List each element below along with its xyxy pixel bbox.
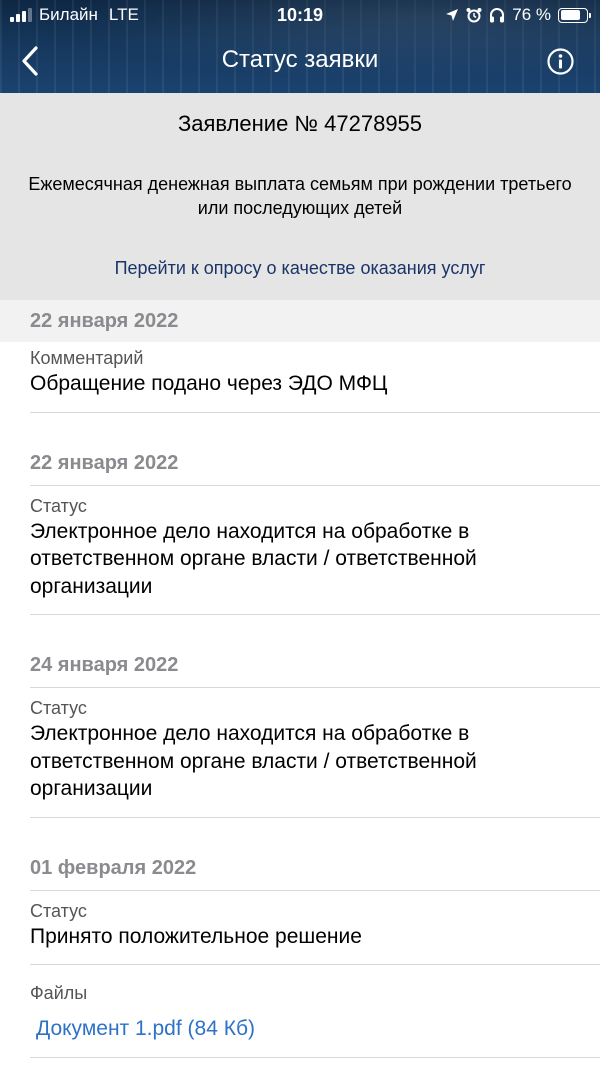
location-arrow-icon xyxy=(446,9,459,21)
battery-icon xyxy=(558,7,591,23)
entry-value: Электронное дело находится на обработке … xyxy=(30,519,477,598)
page-title: Статус заявки xyxy=(221,46,379,73)
history-group: 22 января 2022 Статус Электронное дело н… xyxy=(0,441,600,615)
history-date: 22 января 2022 xyxy=(30,441,600,486)
status-bar-right: 76 % xyxy=(445,5,591,25)
nav-bar: Статус заявки xyxy=(0,32,600,90)
application-summary: Заявление № 47278955 Ежемесячная денежна… xyxy=(0,93,600,300)
status-bar: Билайн LTE 10:19 76 % xyxy=(0,0,600,32)
history-date: 22 января 2022 xyxy=(0,300,600,342)
history-group: 24 января 2022 Статус Электронное дело н… xyxy=(0,644,600,818)
entry-value: Обращение подано через ЭДО МФЦ xyxy=(30,372,388,395)
history-group: 01 февраля 2022 Статус Принято положител… xyxy=(0,846,600,1058)
app-header: Билайн LTE 10:19 76 % Статус заявки xyxy=(0,0,600,93)
info-circle-icon[interactable] xyxy=(547,48,574,75)
history-entry: Комментарий Обращение подано через ЭДО М… xyxy=(30,342,600,413)
status-history-list: 22 января 2022 Комментарий Обращение под… xyxy=(0,300,600,1058)
battery-percent: 76 % xyxy=(512,5,551,24)
headphones-icon xyxy=(490,8,505,23)
survey-link[interactable]: Перейти к опросу о качестве оказания усл… xyxy=(0,258,600,279)
entry-label: Статус xyxy=(30,900,87,921)
entry-label: Файлы xyxy=(30,983,88,1003)
entry-value: Принято положительное решение xyxy=(30,924,362,948)
history-entry: Статус Электронное дело находится на обр… xyxy=(30,688,600,818)
history-entry: Статус Принято положительное решение xyxy=(30,891,600,965)
history-entry-files: Файлы Документ 1.pdf (84 Кб) xyxy=(30,965,600,1058)
application-number: Заявление № 47278955 xyxy=(177,111,423,136)
history-date: 01 февраля 2022 xyxy=(30,846,600,891)
alarm-clock-icon xyxy=(466,8,482,23)
entry-label: Статус xyxy=(30,698,87,718)
entry-label: Статус xyxy=(30,495,87,516)
entry-value: Электронное дело находится на обработке … xyxy=(30,722,477,800)
service-name: Ежемесячная денежная выплата семьям при … xyxy=(28,174,572,218)
history-group: 22 января 2022 Комментарий Обращение под… xyxy=(0,300,600,413)
history-date: 24 января 2022 xyxy=(30,644,600,688)
entry-label: Комментарий xyxy=(30,348,144,368)
history-entry: Статус Электронное дело находится на обр… xyxy=(30,486,600,615)
file-download-link[interactable]: Документ 1.pdf (84 Кб) xyxy=(30,1005,600,1043)
